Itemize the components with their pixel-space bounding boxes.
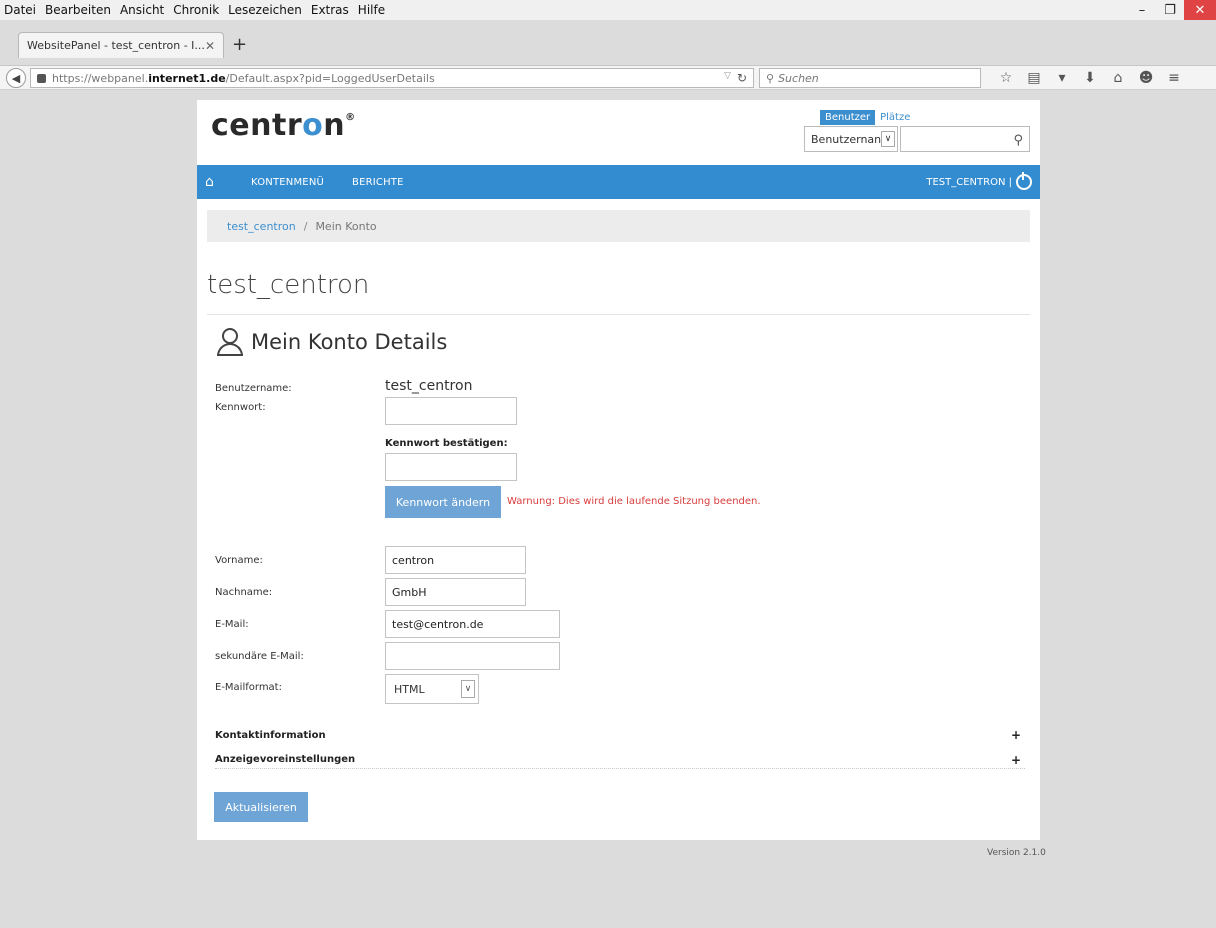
restore-icon[interactable]: ❐: [1156, 0, 1184, 20]
contact-info-section[interactable]: Kontaktinformation +: [215, 726, 1025, 744]
hamburger-menu-icon[interactable]: ≡: [1160, 70, 1188, 86]
breadcrumb-link[interactable]: test_centron: [227, 220, 296, 233]
reload-icon[interactable]: ↻: [737, 71, 747, 85]
breadcrumb-separator: /: [303, 219, 308, 233]
email-format-select[interactable]: HTML ∨: [385, 674, 479, 704]
menu-bearbeiten[interactable]: Bearbeiten: [45, 3, 111, 17]
tab-close-icon[interactable]: ✕: [205, 39, 215, 53]
chat-icon[interactable]: ☻: [1132, 70, 1160, 86]
secondary-email-field[interactable]: [385, 642, 560, 670]
search-select-value: Benutzernan: [811, 132, 882, 146]
tab-title: WebsitePanel - test_centron - I...: [27, 39, 205, 52]
main-navigation: ⌂ KONTENMENÜ BERICHTE TEST_CENTRON |: [197, 165, 1040, 199]
close-window-icon[interactable]: ✕: [1184, 0, 1216, 20]
tab-strip: WebsitePanel - test_centron - I... ✕ +: [0, 20, 1216, 66]
bookmark-star-icon[interactable]: ☆: [992, 70, 1020, 86]
update-button[interactable]: Aktualisieren: [214, 792, 308, 822]
version-label: Version 2.1.0: [987, 848, 1046, 858]
chevron-down-icon: ∨: [461, 680, 475, 698]
pocket-icon[interactable]: ▾: [1048, 70, 1076, 86]
chevron-down-icon: ∨: [881, 131, 895, 147]
logo-text-end: n: [323, 108, 346, 143]
reading-list-icon[interactable]: ▤: [1020, 70, 1048, 86]
username-label: Benutzername:: [215, 383, 292, 394]
email-label: E-Mail:: [215, 619, 249, 630]
nav-user[interactable]: TEST_CENTRON |: [926, 172, 1032, 190]
logo-registered-mark: ®: [345, 112, 356, 123]
window-controls: – ❐ ✕: [1128, 0, 1216, 20]
password-label: Kennwort:: [215, 402, 266, 413]
menu-extras[interactable]: Extras: [311, 3, 349, 17]
breadcrumb: test_centron / Mein Konto: [207, 210, 1030, 242]
search-tab-places[interactable]: Plätze: [875, 110, 915, 125]
url-bar[interactable]: https://webpanel. internet1.de/Default.as…: [30, 68, 754, 88]
browser-navbar: ◀ https://webpanel. internet1.de/Default.…: [0, 66, 1216, 90]
expand-plus-icon[interactable]: +: [1011, 753, 1021, 767]
email-format-value: HTML: [394, 682, 425, 696]
search-type-select[interactable]: Benutzernan ∨: [804, 126, 898, 152]
nav-berichte[interactable]: BERICHTE: [352, 177, 404, 188]
centron-logo[interactable]: centron®: [211, 108, 356, 143]
change-password-button[interactable]: Kennwort ändern: [385, 486, 501, 518]
browser-search-icon: ⚲: [766, 71, 775, 85]
firstname-label: Vorname:: [215, 555, 263, 566]
home-icon[interactable]: ⌂: [205, 174, 223, 190]
lastname-value: GmbH: [392, 585, 427, 599]
confirm-password-field[interactable]: [385, 453, 517, 481]
browser-search-input[interactable]: ⚲ Suchen: [759, 68, 981, 88]
menu-datei[interactable]: Datei: [4, 3, 36, 17]
menu-ansicht[interactable]: Ansicht: [120, 3, 164, 17]
download-icon[interactable]: ⬇: [1076, 70, 1104, 86]
menu-chronik[interactable]: Chronik: [173, 3, 219, 17]
firstname-field[interactable]: centron: [385, 546, 526, 574]
display-preferences-section[interactable]: Anzeigevoreinstellungen +: [215, 751, 1025, 769]
lastname-label: Nachname:: [215, 587, 273, 598]
username-value: test_centron: [385, 378, 473, 394]
breadcrumb-current: Mein Konto: [315, 219, 377, 233]
session-warning: Warnung: Dies wird die laufende Sitzung …: [507, 496, 761, 507]
page-title: test_centron: [207, 270, 370, 300]
minimize-icon[interactable]: –: [1128, 0, 1156, 20]
firstname-value: centron: [392, 553, 435, 567]
section-header: Mein Konto Details: [217, 328, 447, 356]
logo-text-accent: o: [302, 108, 324, 143]
display-preferences-label: Anzeigevoreinstellungen: [215, 754, 356, 765]
browser-menubar: Datei Bearbeiten Ansicht Chronik Lesezei…: [0, 0, 1216, 20]
menu-hilfe[interactable]: Hilfe: [358, 3, 385, 17]
section-title: Mein Konto Details: [251, 330, 448, 354]
site-search-input[interactable]: ⚲: [900, 126, 1030, 152]
browser-tab[interactable]: WebsitePanel - test_centron - I... ✕: [18, 32, 224, 58]
back-icon[interactable]: ◀: [6, 68, 26, 88]
lock-icon: [37, 73, 46, 83]
email-format-label: E-Mailformat:: [215, 682, 282, 693]
contact-info-label: Kontaktinformation: [215, 729, 326, 741]
url-host: internet1.de: [148, 71, 226, 85]
email-field[interactable]: test@centron.de: [385, 610, 560, 638]
nav-user-label: TEST_CENTRON |: [926, 176, 1012, 188]
confirm-password-label: Kennwort bestätigen:: [385, 438, 508, 449]
search-tab-users[interactable]: Benutzer: [820, 110, 876, 125]
password-field[interactable]: [385, 397, 517, 425]
page-container: centron® Benutzer Plätze Benutzernan ∨ ⚲…: [197, 100, 1040, 840]
search-tabs: Benutzer Plätze: [820, 110, 915, 125]
secondary-email-label: sekundäre E-Mail:: [215, 651, 304, 662]
email-value: test@centron.de: [392, 617, 484, 631]
menu-lesezeichen[interactable]: Lesezeichen: [228, 3, 302, 17]
url-path: /Default.aspx?pid=LoggedUserDetails: [225, 71, 435, 85]
power-icon[interactable]: [1016, 172, 1032, 190]
logo-text-start: centr: [211, 108, 303, 143]
url-prefix: https://webpanel.: [52, 71, 149, 85]
new-tab-icon[interactable]: +: [232, 34, 247, 55]
browser-toolbar-icons: ☆ ▤ ▾ ⬇ ⌂ ☻ ≡: [992, 66, 1188, 90]
lastname-field[interactable]: GmbH: [385, 578, 526, 606]
browser-search-placeholder: Suchen: [778, 71, 819, 85]
divider: [207, 314, 1030, 315]
expand-plus-icon[interactable]: +: [1011, 728, 1021, 742]
user-icon: [217, 328, 243, 356]
nav-kontenmenu[interactable]: KONTENMENÜ: [251, 177, 324, 188]
search-icon[interactable]: ⚲: [1013, 133, 1023, 148]
url-dropdown-icon[interactable]: ▽: [724, 71, 731, 81]
home-browser-icon[interactable]: ⌂: [1104, 70, 1132, 86]
